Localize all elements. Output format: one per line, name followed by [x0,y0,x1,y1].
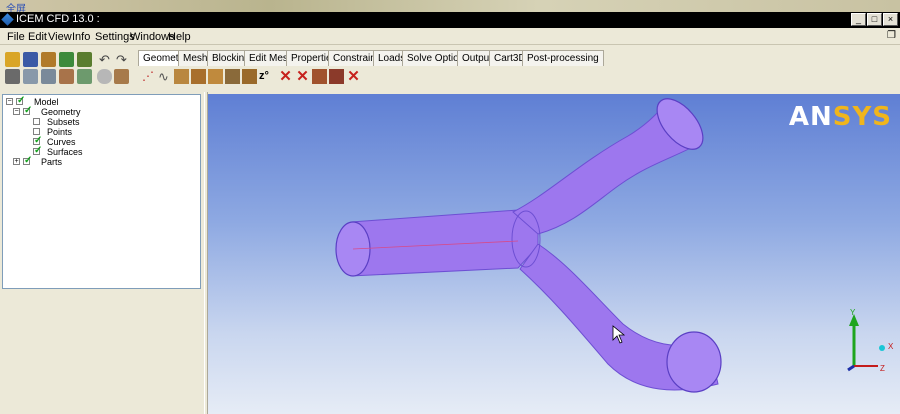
tree-label: Geometry [41,107,81,117]
undo-icon[interactable]: ↶ [99,52,114,67]
tree-node-subsets[interactable]: Subsets [33,117,113,127]
repair-geometry-icon[interactable] [208,69,223,84]
tree-label: Model [34,97,59,107]
maximize-button[interactable]: □ [867,13,882,26]
toolbar-area: ↶ ↷ Geometry Mesh Blocking Edit Mesh Pro… [0,45,900,92]
window-title: ICEM CFD 13.0 : [16,13,100,25]
tree-label: Parts [41,157,63,167]
solid-display-icon[interactable] [114,69,129,84]
tree-node-model[interactable]: − ✓ Model [6,96,86,107]
axis-y-label: Y [850,308,856,317]
refresh-icon[interactable] [77,69,92,84]
tree-node-surfaces[interactable]: ✓ Surfaces [33,145,113,157]
lower-panel [2,290,201,414]
delete-curve-icon[interactable]: ✕ [278,69,293,84]
delete-body-icon[interactable] [312,69,327,84]
open-project-icon[interactable] [5,52,20,67]
tree-node-parts[interactable]: + ✓ Parts [13,155,93,167]
tree-node-points[interactable]: Points [33,127,113,137]
app-icon [1,13,14,26]
y-pipe-model [335,98,722,393]
menu-view[interactable]: View [48,31,72,43]
points-checkbox[interactable] [33,128,40,135]
menu-settings[interactable]: Settings [95,31,135,43]
checkmark-icon: ✓ [24,155,33,166]
axis-x-label: X [888,342,894,351]
model-tree-panel: − ✓ Model − ✓ Geometry Subsets Points ✓ … [2,94,201,289]
redo-icon[interactable]: ↷ [116,52,131,67]
checkmark-icon: ✓ [34,145,43,156]
checkmark-icon: ✓ [24,105,33,116]
menu-file[interactable]: File [7,31,25,43]
menu-info[interactable]: Info [72,31,90,43]
tree-label: Surfaces [47,147,83,157]
expand-icon[interactable]: + [13,158,20,165]
create-surface-icon[interactable] [174,69,189,84]
delete-entity-icon[interactable]: ✕ [346,69,361,84]
open-geometry-icon[interactable] [41,52,56,67]
create-body-icon[interactable] [191,69,206,84]
restore-geometry-icon[interactable] [242,69,257,84]
view-select-icon[interactable] [59,69,74,84]
wireframe-icon[interactable] [97,69,112,84]
collapse-icon[interactable]: − [6,98,13,105]
graphics-viewport[interactable]: ANSYS Y Z X [208,94,900,414]
menu-edit[interactable]: Edit [28,31,47,43]
delete-surface-icon[interactable]: ✕ [295,69,310,84]
subsets-checkbox[interactable] [33,118,40,125]
tab-post-processing[interactable]: Post-processing [522,50,604,66]
title-bar: ICEM CFD 13.0 : _ □ × [0,12,900,28]
axis-z-label: Z [880,364,885,373]
ansys-logo: ANSYS [788,102,892,132]
save-project-icon[interactable] [23,52,38,67]
tree-node-curves[interactable]: ✓ Curves [33,136,113,147]
open-blocking-icon[interactable] [59,52,74,67]
menu-bar: File Edit View Info Settings Windows Hel… [0,28,900,45]
measure-icon[interactable] [41,69,56,84]
restore-window-icon[interactable]: ❐ [887,30,896,41]
collapse-icon[interactable]: − [13,108,20,115]
tree-node-geometry[interactable]: − ✓ Geometry [13,105,93,117]
menu-help[interactable]: Help [168,31,191,43]
tree-label: Points [47,127,73,137]
create-point-icon[interactable]: ⋰ [142,69,157,84]
tree-label: Subsets [47,117,80,127]
delete-point-icon[interactable]: z° [259,69,274,84]
delete-any-icon[interactable] [329,69,344,84]
create-curve-icon[interactable]: ∿ [158,69,173,84]
zoom-icon[interactable] [23,69,38,84]
fit-window-icon[interactable] [5,69,20,84]
minimize-button[interactable]: _ [851,13,866,26]
close-button[interactable]: × [883,13,898,26]
transform-geometry-icon[interactable] [225,69,240,84]
tree-label: Curves [47,137,76,147]
open-mesh-icon[interactable] [77,52,92,67]
